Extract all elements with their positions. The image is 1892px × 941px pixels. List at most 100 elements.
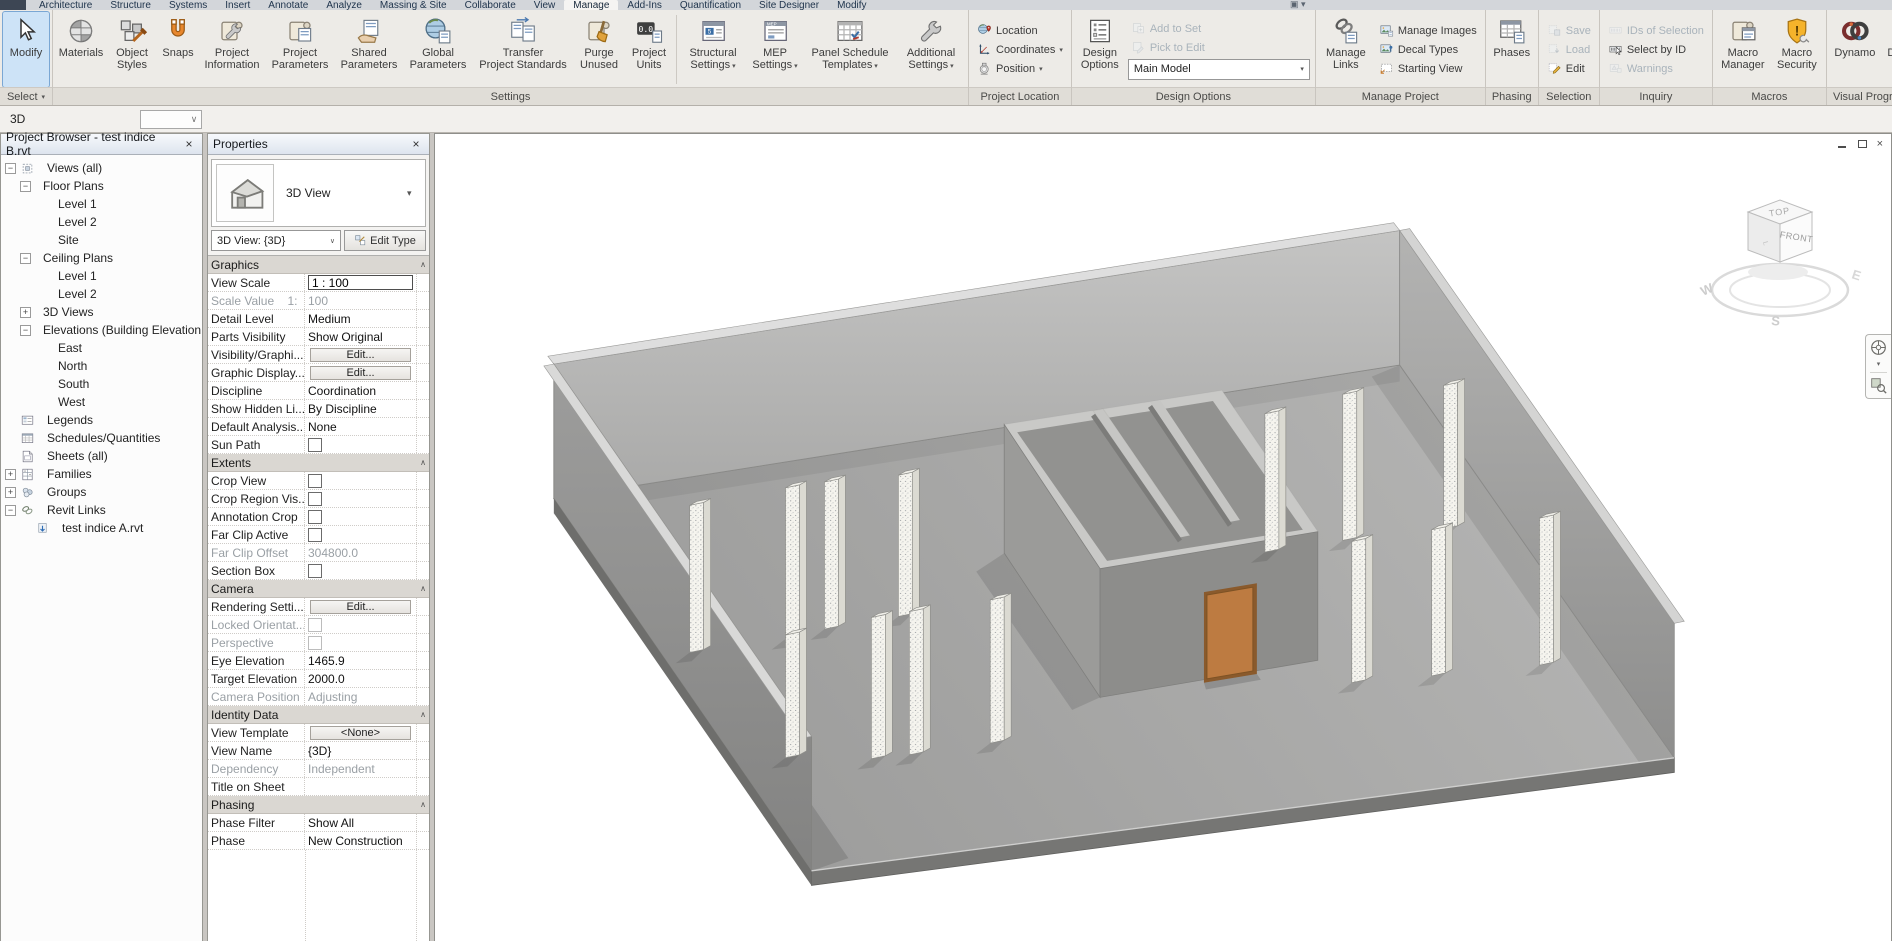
crop-region-vis-checkbox[interactable] [308, 492, 322, 506]
concrete-column[interactable] [990, 593, 1011, 743]
far-clip-offset-value[interactable]: 304800.0 [308, 546, 358, 560]
tab-insert[interactable]: Insert [216, 0, 259, 10]
tab-architecture[interactable]: Architecture [30, 0, 101, 10]
additional-settings-button[interactable]: AdditionalSettings ▾ [897, 12, 965, 87]
phase-filter-value[interactable]: Show All [308, 816, 354, 830]
project-units-button[interactable]: 0.0ProjectUnits [625, 12, 673, 87]
collapse-toggle[interactable]: − [20, 253, 31, 264]
type-selector[interactable]: 3D View ▾ [211, 159, 426, 227]
snaps-button[interactable]: Snaps [158, 12, 198, 87]
tab-analyze[interactable]: Analyze [317, 0, 371, 10]
show-hidden-li-value[interactable]: By Discipline [308, 402, 377, 416]
collapse-chevron-icon[interactable]: ∧ [417, 256, 429, 273]
visibility-graphi-button[interactable]: Edit... [310, 348, 411, 362]
compass-south-label[interactable]: S [1771, 313, 1781, 329]
global-parameters-button[interactable]: GlobalParameters [404, 12, 472, 87]
eye-elevation-value[interactable]: 1465.9 [308, 654, 345, 668]
purge-unused-button[interactable]: PurgeUnused [574, 12, 624, 87]
tree-item-test-indice-a-rvt[interactable]: test indice A.rvt [1, 519, 202, 537]
view-scale-input[interactable]: 1 : 100 [308, 275, 413, 290]
project-information-button[interactable]: ProjectInformation [199, 12, 265, 87]
collapse-toggle[interactable]: − [5, 163, 16, 174]
transf-proj-standards-button[interactable]: TransferProject Standards [473, 12, 573, 87]
section-phasing[interactable]: Phasing∧ [208, 796, 429, 814]
tab-site-designer[interactable]: Site Designer [750, 0, 828, 10]
tab-systems[interactable]: Systems [160, 0, 216, 10]
restore-icon[interactable] [1857, 139, 1868, 149]
tree-item-level-1[interactable]: Level 1 [1, 195, 202, 213]
tree-item-schedules-quantities[interactable]: Schedules/Quantities [1, 429, 202, 447]
concrete-column[interactable] [909, 605, 930, 755]
edit-type-button[interactable]: Edit Type [344, 230, 426, 251]
collapse-chevron-icon[interactable]: ∧ [417, 706, 429, 723]
collapse-toggle[interactable]: − [20, 325, 31, 336]
section-extents[interactable]: Extents∧ [208, 454, 429, 472]
zoom-icon[interactable] [1870, 377, 1887, 394]
tree-item-3d-views[interactable]: +3D Views [1, 303, 202, 321]
concrete-column[interactable] [786, 628, 807, 758]
location-button[interactable]: Location [974, 22, 1066, 40]
mep-settings-button[interactable]: MEPMEPSettings ▾ [747, 12, 803, 87]
default-analysis-value[interactable]: None [308, 420, 337, 434]
close-icon[interactable]: × [182, 137, 196, 151]
drawing-area[interactable]: × W S E TOP FRONT L ▾ [434, 133, 1892, 941]
steering-wheel-icon[interactable] [1870, 339, 1887, 356]
tree-item-level-1[interactable]: Level 1 [1, 267, 202, 285]
object-styles-button[interactable]: ObjectStyles [107, 12, 157, 87]
concrete-column[interactable] [690, 499, 711, 653]
crop-view-checkbox[interactable] [308, 474, 322, 488]
collapse-chevron-icon[interactable]: ∧ [417, 580, 429, 597]
tree-item-elevations-building-elevation[interactable]: −Elevations (Building Elevation [1, 321, 202, 339]
view-template-button[interactable]: <None> [310, 726, 411, 740]
collapse-chevron-icon[interactable]: ∧ [417, 454, 429, 471]
tab-quantification[interactable]: Quantification [671, 0, 750, 10]
tree-item-east[interactable]: East [1, 339, 202, 357]
tree-item-sheets-all[interactable]: Sheets (all) [1, 447, 202, 465]
concrete-column[interactable] [1352, 535, 1373, 683]
manage-images-button[interactable]: Manage Images [1376, 22, 1480, 40]
concrete-column[interactable] [871, 611, 892, 759]
discipline-value[interactable]: Coordination [308, 384, 376, 398]
tree-item-south[interactable]: South [1, 375, 202, 393]
collapse-chevron-icon[interactable]: ∧ [417, 796, 429, 813]
ribbon-group-label-select[interactable]: Select▾ [0, 87, 52, 105]
concrete-column[interactable] [898, 468, 919, 616]
panel-schedule-templates-button[interactable]: Panel ScheduleTemplates ▾ [804, 12, 896, 87]
section-camera[interactable]: Camera∧ [208, 580, 429, 598]
tab-collaborate[interactable]: Collaborate [456, 0, 525, 10]
tab-manage[interactable]: Manage [564, 0, 618, 10]
tab-add-ins[interactable]: Add-Ins [618, 0, 670, 10]
camera-position-value[interactable]: Adjusting [308, 690, 357, 704]
tree-item-families[interactable]: +Families [1, 465, 202, 483]
project-browser-header[interactable]: Project Browser - test indice B.rvt × [1, 134, 202, 155]
tree-item-north[interactable]: North [1, 357, 202, 375]
parts-visibility-value[interactable]: Show Original [308, 330, 383, 344]
graphic-display-button[interactable]: Edit... [310, 366, 411, 380]
select-by-id-button[interactable]: Select by ID [1605, 41, 1707, 59]
dependency-value[interactable]: Independent [308, 762, 375, 776]
close-icon[interactable]: × [1877, 139, 1883, 149]
active-design-option-combo[interactable]: Main Model▾ [1128, 59, 1310, 80]
view-cube[interactable]: W S E TOP FRONT L [1683, 172, 1873, 342]
expand-toggle[interactable]: + [5, 487, 16, 498]
section-graphics[interactable]: Graphics∧ [208, 256, 429, 274]
starting-view-button[interactable]: Starting View [1376, 60, 1480, 78]
tab-massing-site[interactable]: Massing & Site [371, 0, 456, 10]
annotation-crop-checkbox[interactable] [308, 510, 322, 524]
3d-model-view[interactable] [435, 134, 1891, 941]
tree-item-level-2[interactable]: Level 2 [1, 213, 202, 231]
detail-level-value[interactable]: Medium [308, 312, 351, 326]
expand-toggle[interactable]: + [20, 307, 31, 318]
view-name-value[interactable]: {3D} [308, 744, 331, 758]
position-button[interactable]: Position▾ [974, 60, 1066, 78]
concrete-column[interactable] [1444, 379, 1465, 529]
tree-item-ceiling-plans[interactable]: −Ceiling Plans [1, 249, 202, 267]
properties-header[interactable]: Properties × [208, 134, 429, 155]
phase-value[interactable]: New Construction [308, 834, 403, 848]
view-type-combo[interactable]: 3D View: {3D}∨ [211, 230, 341, 251]
concrete-column[interactable] [1343, 387, 1364, 540]
close-icon[interactable]: × [409, 137, 423, 151]
concrete-column[interactable] [824, 475, 845, 629]
concrete-column[interactable] [1432, 523, 1453, 676]
macro-security-button[interactable]: !MacroSecurity [1771, 12, 1823, 87]
